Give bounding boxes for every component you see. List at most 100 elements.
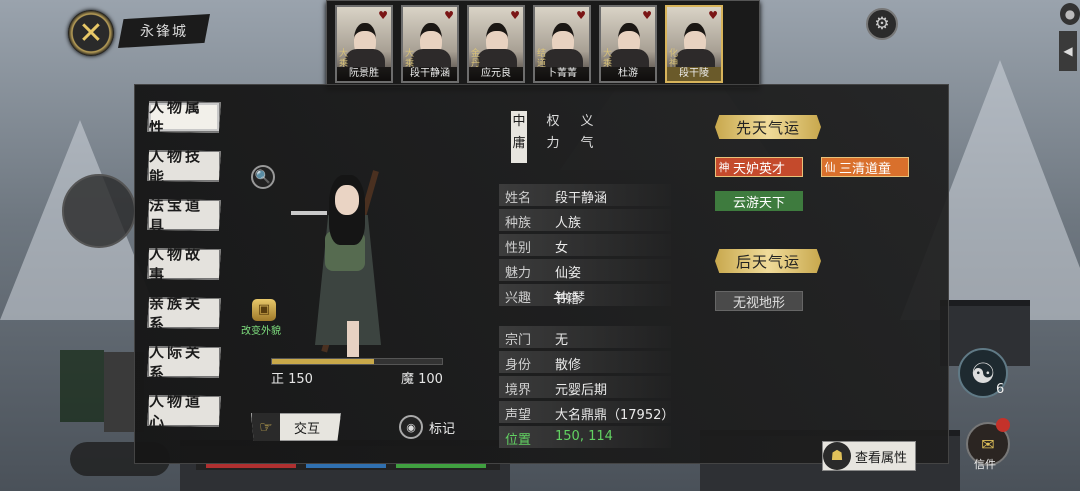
personality-char: 力 [546, 136, 560, 151]
change-look-label[interactable]: 改变外貌 [241, 322, 281, 337]
info-value: 大名鼎鼎（17952） [555, 408, 675, 423]
side-tab[interactable]: 法宝道具 [147, 199, 221, 231]
personality-trait[interactable]: 义气 [579, 111, 595, 155]
seated-figure-icon: ☗ [823, 442, 851, 470]
alignment-bar [271, 358, 443, 365]
info-key: 位置 [505, 433, 532, 448]
heart-icon: ♥ [708, 9, 718, 22]
portrait-body [411, 49, 451, 67]
gear-icon[interactable]: ⚙ [866, 8, 898, 40]
info-key: 性别 [505, 241, 532, 256]
realm-tag: 大乘 [602, 49, 612, 69]
view-attributes-button[interactable]: ☗ 查看属性 [822, 441, 916, 471]
trait-label: 天妒英才 [732, 161, 785, 177]
party-member-name: 段干静涵 [403, 67, 457, 81]
interact-label: 交互 [294, 421, 321, 437]
eye-icon: ◉ [399, 415, 423, 439]
demonic-value: 魔 100 [401, 372, 443, 387]
personality-trait[interactable]: 中庸 [511, 111, 527, 163]
personality-char: 庸 [512, 136, 526, 151]
info-value: 仙姿 [555, 266, 582, 281]
party-member-portrait[interactable]: ♥ 大乘 段干静涵 [401, 5, 459, 83]
scroll-left-arrow[interactable]: ◀ [1059, 31, 1077, 71]
character-panel: 人物属性人物技能法宝道具人物故事亲族关系人际关系人物道心 🔍 ▣ 改变外貌 正 … [134, 84, 949, 464]
heart-icon: ♥ [576, 9, 586, 22]
realm-tag: 大乘 [338, 49, 348, 69]
mark-label: 标记 [429, 421, 456, 437]
acquired-fortune-trait[interactable]: 无视地形 [715, 291, 803, 311]
heart-icon: ♥ [642, 9, 652, 22]
side-tab[interactable]: 人物技能 [147, 150, 221, 182]
chest-icon[interactable]: ▣ [252, 299, 276, 321]
side-tab[interactable]: 人际关系 [147, 346, 221, 378]
personality-char: 权 [546, 114, 560, 129]
personality-trait[interactable]: 权力 [545, 111, 561, 155]
location-name: 永锋城 [118, 14, 210, 48]
side-tab[interactable]: 人物属性 [147, 101, 221, 133]
trait-badge: 神 [718, 161, 730, 174]
info-key: 境界 [505, 383, 532, 398]
realm-tag: 结道 [536, 49, 546, 69]
trait-badge: 仙 [824, 161, 836, 174]
info-value: 段干静涵 [555, 191, 608, 206]
crossed-swords-icon[interactable]: ✕ [68, 10, 114, 56]
info-row: 境界 元婴后期 [499, 376, 671, 398]
party-member-portrait[interactable]: ♥ 金丹 应元良 [467, 5, 525, 83]
innate-fortune-trait[interactable]: 云游天下 [715, 191, 803, 211]
mark-button[interactable]: ◉ 标记 [399, 415, 455, 439]
party-member-portrait[interactable]: ♥ 结道 卜菁菁 [533, 5, 591, 83]
hobby-extra: 书籍 [553, 292, 580, 307]
party-member-name: 阮景胜 [337, 67, 391, 81]
notification-dot [996, 418, 1010, 432]
info-row: 声望 大名鼎鼎（17952） [499, 401, 675, 423]
info-row: 魅力 仙姿 [499, 259, 671, 281]
portrait-body [345, 49, 385, 67]
party-member-portrait[interactable]: ♥ 大乘 阮景胜 [335, 5, 393, 83]
party-bar: ♥ 大乘 阮景胜 ♥ 大乘 段干静涵 ♥ 金丹 应元良 ♥ 结道 卜菁菁 ♥ 大乘 杜游 ♥ 化神 段干陵 ● ◀ [326, 0, 1080, 88]
alignment-fill [272, 359, 374, 364]
info-row: 性别 女 [499, 234, 671, 256]
info-row: 宗门 无 [499, 326, 671, 348]
personality-char: 气 [580, 136, 594, 151]
info-value: 人族 [555, 216, 582, 231]
portrait-body [543, 49, 583, 67]
info-key: 声望 [505, 408, 532, 423]
chat-log[interactable] [60, 350, 104, 422]
view-attributes-label: 查看属性 [855, 450, 908, 466]
innate-fortune-title: 先天气运 [715, 115, 821, 139]
trait-label: 无视地形 [732, 295, 785, 311]
side-tab[interactable]: 人物故事 [147, 248, 221, 280]
innate-fortune-trait[interactable]: 仙三清道童 [821, 157, 909, 177]
realm-tag: 大乘 [404, 49, 414, 69]
side-tab[interactable]: 亲族关系 [147, 297, 221, 329]
team-icon[interactable]: ● [1060, 3, 1080, 25]
interact-button[interactable]: ☞ 交互 [251, 413, 341, 441]
trait-label: 三清道童 [838, 161, 891, 177]
info-value: 散修 [555, 358, 582, 373]
trait-label: 云游天下 [732, 195, 785, 211]
side-tab[interactable]: 人物道心 [147, 395, 221, 427]
info-key: 身份 [505, 358, 532, 373]
party-member-portrait[interactable]: ♥ 大乘 杜游 [599, 5, 657, 83]
info-value: 150, 114 [555, 429, 613, 444]
info-row: 位置 150, 114 [499, 426, 671, 448]
portrait-body [477, 49, 517, 67]
party-member-portrait[interactable]: ♥ 化神 段干陵 [665, 5, 723, 83]
taiji-count: 6 [996, 382, 1005, 397]
innate-fortune-trait[interactable]: 神天妒英才 [715, 157, 803, 177]
righteous-value: 正 150 [271, 372, 313, 387]
mail-label: 信件 [974, 458, 996, 471]
info-key: 宗门 [505, 333, 532, 348]
info-row: 种族 人族 [499, 209, 671, 231]
info-key: 姓名 [505, 191, 532, 206]
info-value: 无 [555, 333, 569, 348]
info-value: 女 [555, 241, 569, 256]
realm-tag: 化神 [668, 49, 678, 69]
portrait-body [609, 49, 649, 67]
acquired-fortune-title: 后天气运 [715, 249, 821, 273]
magnifier-icon[interactable]: 🔍 [251, 165, 275, 189]
info-key: 兴趣 [505, 291, 532, 306]
compass-widget[interactable] [62, 174, 136, 248]
party-member-name: 杜游 [601, 67, 655, 81]
info-row: 身份 散修 [499, 351, 671, 373]
